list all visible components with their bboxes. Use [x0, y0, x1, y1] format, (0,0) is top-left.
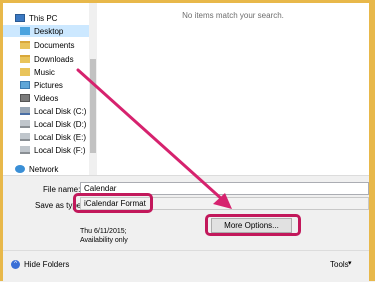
documents-folder-icon — [20, 41, 30, 49]
nav-item-pictures[interactable]: Pictures — [3, 79, 89, 91]
drive-icon — [20, 120, 30, 128]
nav-item-this-pc[interactable]: This PC — [3, 12, 89, 24]
nav-item-label: Local Disk (F:) — [34, 145, 86, 155]
nav-item-label: Documents — [34, 40, 75, 50]
navigation-pane: This PC Desktop Documents Downloads Musi… — [3, 3, 89, 175]
window-frame-right — [369, 0, 375, 281]
drive-icon — [20, 146, 30, 154]
availability-text: Availability only — [80, 237, 128, 244]
nav-item-local-disk-d[interactable]: Local Disk (D:) — [3, 118, 89, 130]
nav-item-local-disk-c[interactable]: Local Disk (C:) — [3, 105, 89, 117]
nav-item-downloads[interactable]: Downloads — [3, 53, 89, 65]
date-range-text: Thu 6/11/2015; — [80, 228, 127, 235]
nav-item-label: Music — [34, 67, 55, 77]
music-folder-icon — [20, 68, 30, 76]
pictures-folder-icon — [20, 81, 30, 89]
drive-icon — [20, 133, 30, 141]
nav-item-network[interactable]: Network — [3, 163, 89, 175]
nav-item-label: Local Disk (D:) — [34, 119, 87, 129]
hide-folders-button[interactable]: Hide Folders — [24, 260, 69, 269]
tools-button[interactable]: Tools — [330, 260, 349, 269]
computer-icon — [15, 14, 25, 22]
file-list-pane: No items match your search. — [97, 3, 369, 175]
nav-item-local-disk-f[interactable]: Local Disk (F:) — [3, 144, 89, 156]
downloads-folder-icon — [20, 55, 30, 63]
nav-item-label: Desktop — [34, 26, 64, 36]
nav-item-videos[interactable]: Videos — [3, 92, 89, 104]
nav-item-label: Local Disk (C:) — [34, 106, 87, 116]
nav-item-music[interactable]: Music — [3, 66, 89, 78]
drive-c-icon — [20, 107, 30, 115]
nav-item-label: Pictures — [34, 80, 63, 90]
nav-item-label: Videos — [34, 93, 59, 103]
nav-item-label: Downloads — [34, 54, 74, 64]
more-options-highlight — [205, 214, 301, 236]
nav-item-documents[interactable]: Documents — [3, 39, 89, 51]
chevron-up-icon[interactable]: ^ — [11, 260, 20, 269]
desktop-icon — [20, 27, 30, 35]
bottom-bar: ^ Hide Folders Tools ▾ — [3, 250, 369, 282]
nav-scrollbar[interactable] — [89, 3, 97, 175]
save-as-type-highlight — [73, 193, 153, 213]
nav-item-label: This PC — [29, 13, 58, 23]
scrollbar-thumb[interactable] — [90, 59, 96, 153]
videos-folder-icon — [20, 94, 30, 102]
nav-item-label: Local Disk (E:) — [34, 132, 87, 142]
nav-item-label: Network — [29, 164, 59, 174]
network-icon — [15, 165, 25, 173]
nav-item-local-disk-e[interactable]: Local Disk (E:) — [3, 131, 89, 143]
empty-message: No items match your search. — [182, 11, 284, 20]
chevron-down-icon[interactable]: ▾ — [348, 259, 352, 267]
nav-item-desktop[interactable]: Desktop — [3, 25, 89, 37]
